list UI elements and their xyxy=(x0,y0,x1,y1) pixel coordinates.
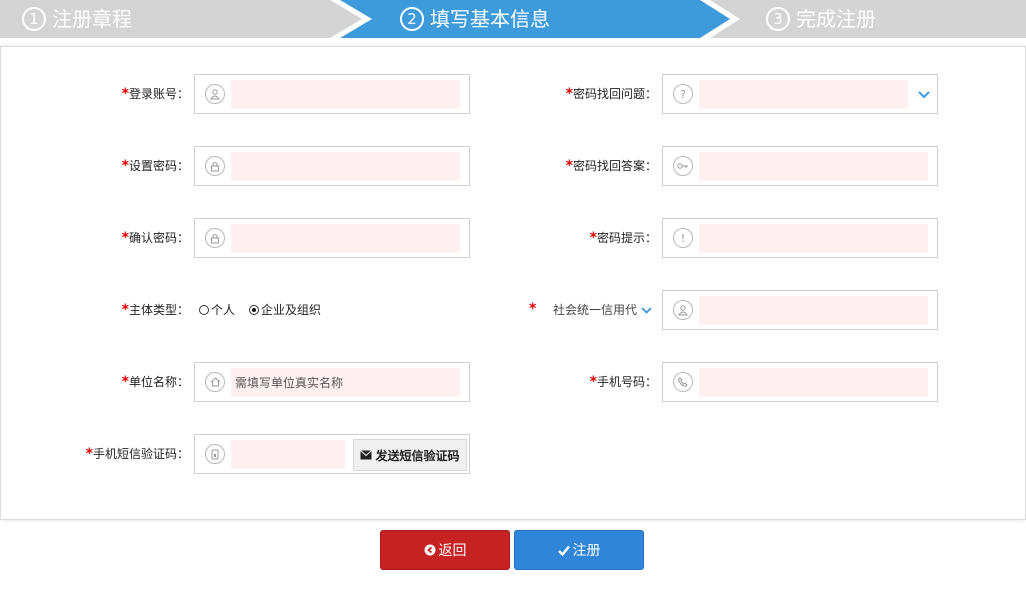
security-question-value[interactable] xyxy=(699,80,908,109)
login-account-input[interactable] xyxy=(231,80,460,109)
set-password-field xyxy=(194,146,470,186)
phone-icon xyxy=(673,372,693,392)
credit-code-input[interactable] xyxy=(699,296,928,325)
phone-label: *手机号码： xyxy=(501,361,657,403)
back-button-label: 返回 xyxy=(438,543,467,559)
sms-code-label: *手机短信验证码： xyxy=(41,433,189,475)
radio-individual[interactable]: 个人 xyxy=(199,289,235,331)
security-answer-input[interactable] xyxy=(699,152,928,181)
required-mark: * xyxy=(589,230,597,246)
login-account-label: *登录账号： xyxy=(61,73,189,115)
confirm-password-label: *确认密码： xyxy=(61,217,189,259)
question-icon: ? xyxy=(673,84,693,104)
envelope-icon xyxy=(360,450,373,460)
subject-type-label-text: 主体类型： xyxy=(128,303,189,317)
radio-enterprise[interactable]: 企业及组织 xyxy=(249,289,321,331)
register-button[interactable]: 注册 xyxy=(514,530,644,570)
set-password-label: *设置密码： xyxy=(61,145,189,187)
step-2-label: 填写基本信息 xyxy=(430,7,550,31)
security-answer-label: *密码找回答案： xyxy=(501,145,657,187)
register-button-label: 注册 xyxy=(572,543,601,559)
credit-code-field xyxy=(662,290,938,330)
required-mark: * xyxy=(121,86,129,102)
set-password-input[interactable] xyxy=(231,152,460,181)
set-password-label-text: 设置密码： xyxy=(128,159,189,173)
org-name-field xyxy=(194,362,470,402)
required-mark: * xyxy=(589,374,597,390)
step-1-number: 1 xyxy=(22,7,46,31)
arrow-circle-left-icon xyxy=(424,544,435,556)
key-icon xyxy=(673,156,693,176)
send-sms-code-label: 发送短信验证码 xyxy=(375,448,460,463)
password-hint-input[interactable] xyxy=(699,224,928,253)
org-name-input[interactable] xyxy=(231,368,460,397)
checkmark-icon xyxy=(557,545,570,556)
security-question-label-text: 密码找回问题： xyxy=(572,87,657,101)
password-hint-label-text: 密码提示： xyxy=(596,231,657,245)
home-icon xyxy=(205,372,225,392)
sms-code-field: 发送短信验证码 xyxy=(194,434,470,474)
step-1: 1 注册章程 xyxy=(22,0,132,38)
subject-type-radio-group: 个人 企业及组织 xyxy=(199,289,321,331)
credit-code-type-label: 社会统一信用代 xyxy=(553,303,638,317)
chevron-down-icon[interactable] xyxy=(641,289,652,331)
required-mark: * xyxy=(565,86,573,102)
exclamation-icon: ! xyxy=(673,228,693,248)
security-question-select[interactable]: ? xyxy=(662,74,938,114)
step-3: 3 完成注册 xyxy=(766,0,876,38)
phone-input[interactable] xyxy=(699,368,928,397)
send-sms-code-button[interactable]: 发送短信验证码 xyxy=(353,439,467,471)
step-progress-bar: 1 注册章程 2 填写基本信息 3 完成注册 xyxy=(0,0,1026,38)
step-2-number: 2 xyxy=(400,7,424,31)
required-mark: * xyxy=(565,158,573,174)
registration-form-card: *登录账号： *设置密码： *确认密码： *主体类型： 个人 企业及组织 *单位… xyxy=(0,46,1026,520)
security-answer-label-text: 密码找回答案： xyxy=(572,159,657,173)
step-2: 2 填写基本信息 xyxy=(400,0,550,38)
radio-individual-label: 个人 xyxy=(211,303,236,317)
confirm-password-label-text: 确认密码： xyxy=(128,231,189,245)
required-mark: * xyxy=(85,446,93,462)
phone-card-icon xyxy=(205,444,225,464)
credit-code-required-mark: * xyxy=(529,301,537,317)
password-hint-label: *密码提示： xyxy=(501,217,657,259)
subject-type-label: *主体类型： xyxy=(61,289,189,331)
step-3-label: 完成注册 xyxy=(796,7,876,31)
user-icon xyxy=(205,84,225,104)
lock-icon xyxy=(205,228,225,248)
confirm-password-input[interactable] xyxy=(231,224,460,253)
security-answer-field xyxy=(662,146,938,186)
lock-icon xyxy=(205,156,225,176)
credit-code-type-select[interactable]: 社会统一信用代 xyxy=(553,289,652,331)
step-1-label: 注册章程 xyxy=(52,7,132,31)
required-mark: * xyxy=(121,374,129,390)
phone-field xyxy=(662,362,938,402)
step-3-number: 3 xyxy=(766,7,790,31)
org-name-label: *单位名称： xyxy=(61,361,189,403)
back-button[interactable]: 返回 xyxy=(380,530,510,570)
sms-code-label-text: 手机短信验证码： xyxy=(92,447,189,461)
user-icon xyxy=(673,300,693,320)
security-question-label: *密码找回问题： xyxy=(501,73,657,115)
password-hint-field: ! xyxy=(662,218,938,258)
radio-individual-circle[interactable] xyxy=(199,305,209,315)
chevron-down-icon[interactable] xyxy=(918,88,930,102)
login-account-field xyxy=(194,74,470,114)
required-mark: * xyxy=(121,302,129,318)
radio-enterprise-label: 企业及组织 xyxy=(261,303,322,317)
required-mark: * xyxy=(121,230,129,246)
sms-code-input[interactable] xyxy=(231,440,345,469)
login-account-label-text: 登录账号： xyxy=(128,87,189,101)
org-name-label-text: 单位名称： xyxy=(128,375,189,389)
required-mark: * xyxy=(121,158,129,174)
phone-label-text: 手机号码： xyxy=(596,375,657,389)
radio-enterprise-circle[interactable] xyxy=(249,305,260,315)
confirm-password-field xyxy=(194,218,470,258)
